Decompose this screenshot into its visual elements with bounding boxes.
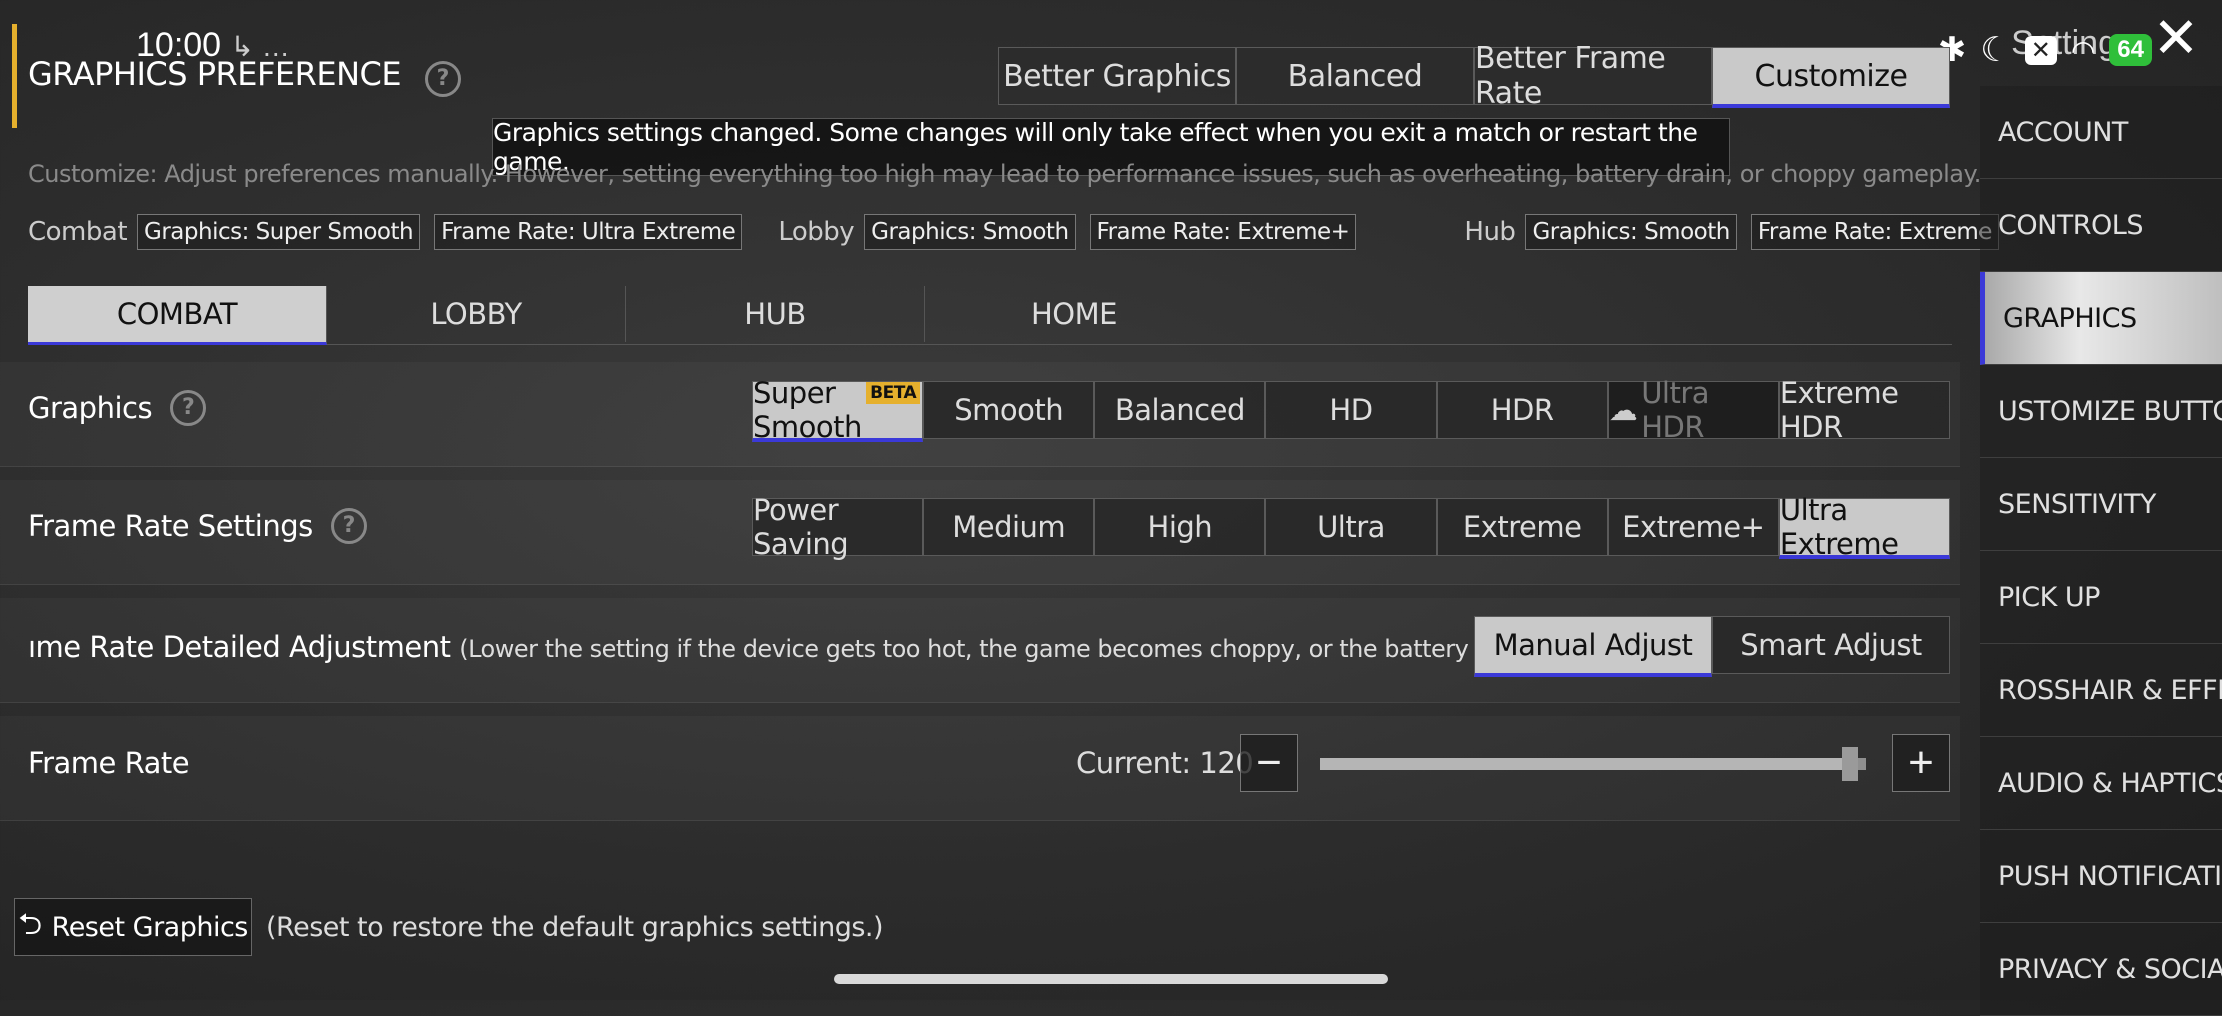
graphics-super-smooth[interactable]: Super Smooth BETA <box>752 376 924 444</box>
battery-badge: 64 <box>2109 34 2152 66</box>
summary-lobby-frame-rate: Frame Rate: Extreme+ <box>1089 214 1357 250</box>
customize-description: Customize: Adjust preferences manually. … <box>28 160 1981 188</box>
graphics-preference-title: GRAPHICS PREFERENCE ? <box>28 55 461 97</box>
preset-better-frame-rate[interactable]: Better Frame Rate <box>1474 41 1712 111</box>
fps-extreme[interactable]: Extreme <box>1436 498 1608 556</box>
help-icon[interactable]: ? <box>170 390 207 426</box>
fps-high[interactable]: High <box>1094 498 1266 556</box>
sidebar-item-sensitivity[interactable]: SENSITIVITY <box>1980 458 2222 551</box>
graphics-smooth[interactable]: Smooth <box>923 381 1095 439</box>
frame-rate-options: Power Saving Medium High Ultra Extreme E… <box>752 493 1950 561</box>
graphics-ultra-hdr[interactable]: ☁ Ultra HDR <box>1607 376 1779 444</box>
fps-ultra-extreme[interactable]: Ultra Extreme <box>1778 493 1950 561</box>
manual-adjust-button[interactable]: Manual Adjust <box>1474 616 1712 677</box>
detailed-adjustment-label: ıme Rate Detailed Adjustment (Lower the … <box>28 630 1693 664</box>
status-icons: ✱ ☾ ✕ ◠ 64 <box>1938 30 2152 70</box>
wifi-icon: ◠ <box>2070 34 2096 66</box>
graphics-hdr[interactable]: HDR <box>1436 381 1608 439</box>
smart-adjust-button[interactable]: Smart Adjust <box>1712 616 1950 674</box>
tab-home[interactable]: HOME <box>925 286 1223 342</box>
summary-lobby-graphics: Graphics: Smooth <box>864 214 1076 250</box>
mute-icon: ✕ <box>2024 35 2057 65</box>
summary-hub-graphics: Graphics: Smooth <box>1525 214 1737 250</box>
summary-row: Combat Graphics: Super Smooth Frame Rate… <box>28 214 1999 250</box>
preset-balanced[interactable]: Balanced <box>1236 47 1474 105</box>
summary-hub-frame-rate: Frame Rate: Extreme <box>1750 214 1999 250</box>
graphics-balanced[interactable]: Balanced <box>1094 381 1266 439</box>
sidebar-item-customize-buttons[interactable]: USTOMIZE BUTTONS <box>1980 365 2222 458</box>
fps-ultra[interactable]: Ultra <box>1265 498 1437 556</box>
reset-graphics-label: Reset Graphics <box>51 911 249 943</box>
summary-lobby-label: Lobby <box>778 217 855 247</box>
frame-rate-minus-button[interactable]: − <box>1240 734 1298 792</box>
sidebar-item-account[interactable]: ACCOUNT <box>1980 86 2222 179</box>
graphics-options: Super Smooth BETA Smooth Balanced HD HDR… <box>752 376 1950 444</box>
tab-lobby[interactable]: LOBBY <box>327 286 626 342</box>
frame-rate-current: Current: 120 <box>1076 746 1254 780</box>
preset-tabs: Better Graphics Balanced Better Frame Ra… <box>998 41 1950 111</box>
preset-better-graphics[interactable]: Better Graphics <box>998 47 1236 105</box>
sidebar-item-audio-haptics[interactable]: AUDIO & HAPTICS <box>1980 737 2222 830</box>
frame-rate-plus-button[interactable]: + <box>1892 734 1950 792</box>
frame-rate-slider[interactable] <box>1320 747 1866 781</box>
reset-graphics-button[interactable]: ⮌ Reset Graphics <box>14 898 252 956</box>
sidebar-item-pick-up[interactable]: PICK UP <box>1980 551 2222 644</box>
sidebar-item-crosshair-effects[interactable]: ROSSHAIR & EFFECTS <box>1980 644 2222 737</box>
beta-badge: BETA <box>866 382 921 404</box>
sidebar-item-controls[interactable]: CONTROLS <box>1980 179 2222 272</box>
graphics-extreme-hdr[interactable]: Extreme HDR <box>1778 376 1950 444</box>
summary-combat-frame-rate: Frame Rate: Ultra Extreme <box>434 214 743 250</box>
moon-icon: ☾ <box>1980 31 2011 69</box>
settings-sidebar: ACCOUNT CONTROLS GRAPHICS USTOMIZE BUTTO… <box>1980 86 2222 1016</box>
accent-bar <box>12 24 17 128</box>
slider-fill <box>1320 758 1850 770</box>
sidebar-item-privacy-social[interactable]: PRIVACY & SOCIAL <box>1980 923 2222 1016</box>
home-indicator[interactable] <box>834 974 1388 984</box>
tab-combat[interactable]: COMBAT <box>28 286 327 345</box>
fps-medium[interactable]: Medium <box>923 498 1095 556</box>
graphics-hd[interactable]: HD <box>1265 381 1437 439</box>
mode-tabs: COMBAT LOBBY HUB HOME <box>28 286 1952 345</box>
cloud-download-icon: ☁ <box>1608 393 1638 427</box>
frame-rate-label: Frame Rate <box>28 746 190 780</box>
summary-combat-graphics: Graphics: Super Smooth <box>137 214 421 250</box>
slider-thumb[interactable] <box>1842 747 1858 781</box>
graphics-label: Graphics ? <box>28 390 207 426</box>
help-icon[interactable]: ? <box>330 508 367 544</box>
sidebar-item-push-notification[interactable]: PUSH NOTIFICATION <box>1980 830 2222 923</box>
tab-hub[interactable]: HUB <box>626 286 925 342</box>
close-icon[interactable]: ✕ <box>2150 10 2202 66</box>
reset-note: (Reset to restore the default graphics s… <box>266 912 884 943</box>
fps-power-saving[interactable]: Power Saving <box>752 493 924 561</box>
sidebar-item-graphics[interactable]: GRAPHICS <box>1980 272 2222 365</box>
preset-customize[interactable]: Customize <box>1712 47 1950 108</box>
reset-icon: ⮌ <box>18 906 42 942</box>
fps-extreme-plus[interactable]: Extreme+ <box>1607 498 1779 556</box>
summary-combat-label: Combat <box>28 217 128 247</box>
help-icon[interactable]: ? <box>424 61 461 97</box>
adjust-mode-tabs: Manual Adjust Smart Adjust <box>1474 616 1950 677</box>
frame-rate-settings-label: Frame Rate Settings ? <box>28 508 367 544</box>
summary-hub-label: Hub <box>1464 217 1516 247</box>
